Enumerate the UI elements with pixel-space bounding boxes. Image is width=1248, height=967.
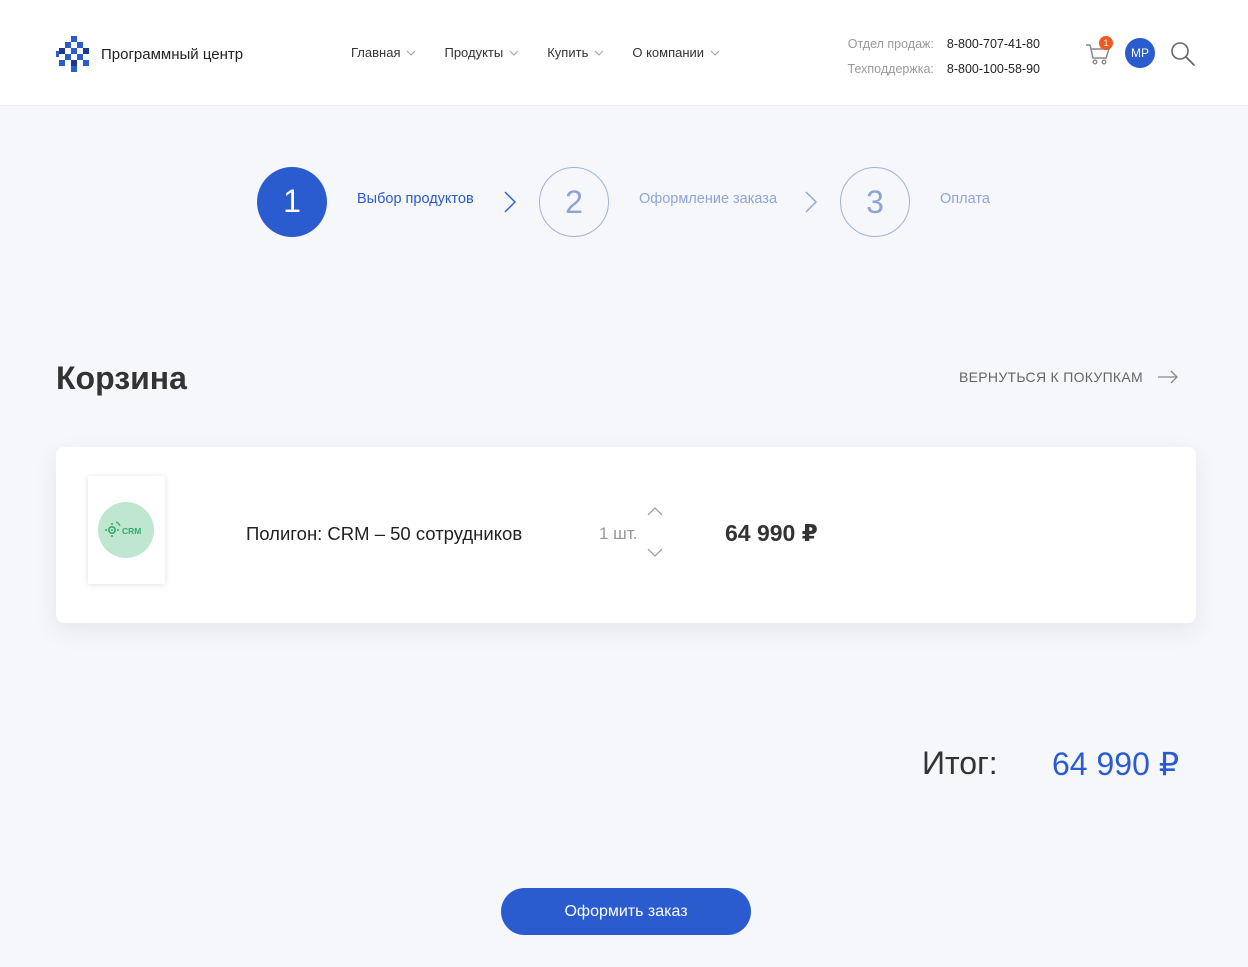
- avatar[interactable]: МР: [1125, 38, 1155, 68]
- nav-item-about[interactable]: О компании: [632, 45, 720, 60]
- step-number-1: 1: [257, 167, 327, 237]
- contact-label: Техподдержка:: [847, 62, 934, 76]
- nav-item-label: Купить: [547, 45, 589, 60]
- main-nav: Главная Продукты Купить О компании: [351, 45, 748, 60]
- chevron-right-icon: [805, 191, 817, 213]
- nav-item-label: Продукты: [444, 45, 504, 60]
- nav-item-buy[interactable]: Купить: [547, 45, 604, 60]
- arrow-right-icon: [1157, 370, 1178, 384]
- checkout-button[interactable]: Оформить заказ: [501, 888, 751, 935]
- logo[interactable]: Программный центр: [56, 36, 243, 72]
- chevron-down-icon[interactable]: [647, 548, 663, 558]
- step-number-3: 3: [840, 167, 910, 237]
- chevron-down-icon: [710, 50, 720, 56]
- product-name[interactable]: Полигон: CRM – 50 сотрудников: [246, 523, 522, 545]
- crm-logo: CRM: [98, 502, 154, 558]
- logo-icon: [56, 36, 89, 72]
- page-title: Корзина: [56, 360, 187, 396]
- contact-sales: Отдел продаж: 8-800-707-41-80: [800, 32, 1040, 57]
- nav-item-label: Главная: [351, 45, 401, 60]
- product-image[interactable]: CRM: [88, 476, 165, 584]
- nav-item-home[interactable]: Главная: [351, 45, 416, 60]
- nav-item-products[interactable]: Продукты: [444, 45, 519, 60]
- crm-logo-icon: CRM: [105, 521, 141, 537]
- search-icon[interactable]: [1169, 40, 1197, 68]
- chevron-down-icon: [594, 50, 604, 56]
- quantity-value: 1 шт.: [599, 524, 638, 543]
- total-label: Итог:: [922, 745, 998, 781]
- contact-phone[interactable]: 8-800-707-41-80: [947, 32, 1040, 57]
- contact-support: Техподдержка: 8-800-100-58-90: [800, 57, 1040, 82]
- step-label-2: Оформление заказа: [639, 191, 778, 207]
- site-header: Программный центр Главная Продукты Купит…: [0, 0, 1248, 106]
- back-link-label: ВЕРНУТЬСЯ К ПОКУПКАМ: [959, 369, 1143, 385]
- contact-label: Отдел продаж:: [847, 37, 934, 51]
- nav-item-label: О компании: [632, 45, 705, 60]
- back-to-shopping-link[interactable]: ВЕРНУТЬСЯ К ПОКУПКАМ: [959, 369, 1179, 385]
- total-value: 64 990 ₽: [1052, 746, 1180, 782]
- chevron-up-icon[interactable]: [647, 506, 663, 516]
- step-number-2: 2: [539, 167, 609, 237]
- chevron-right-icon: [504, 191, 516, 213]
- item-price: 64 990 ₽: [725, 520, 818, 546]
- chevron-down-icon: [509, 50, 519, 56]
- contact-phone[interactable]: 8-800-100-58-90: [947, 57, 1040, 82]
- step-label-3: Оплата: [940, 191, 990, 207]
- crm-logo-text: CRM: [122, 526, 141, 536]
- cart-item-card: CRM Полигон: CRM – 50 сотрудников 1 шт. …: [56, 447, 1196, 623]
- chevron-down-icon: [407, 50, 416, 56]
- step-label-1: Выбор продуктов: [357, 191, 474, 207]
- contacts: Отдел продаж: 8-800-707-41-80 Техподдерж…: [800, 32, 1040, 82]
- logo-text: Программный центр: [101, 45, 244, 63]
- cart-badge: 1: [1099, 36, 1113, 50]
